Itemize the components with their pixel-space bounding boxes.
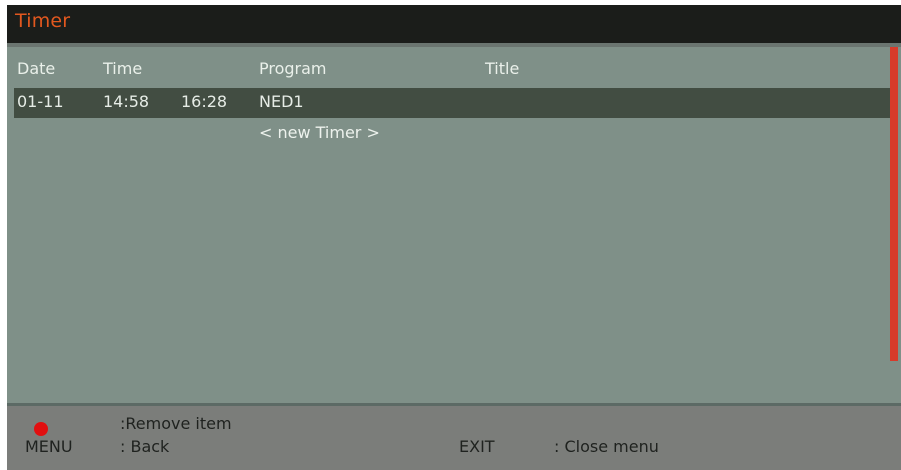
column-program: Program [259,59,327,78]
new-timer-item[interactable]: < new Timer > [14,119,890,147]
timer-window: Timer Date Time Program Title 01-11 14:5… [7,5,901,470]
timer-program: NED1 [259,92,304,111]
exit-key-hint: : Close menu [554,437,659,456]
timer-screen: Timer Date Time Program Title 01-11 14:5… [0,0,901,470]
timer-end-time: 16:28 [181,92,228,111]
new-timer-label: < new Timer > [259,123,380,142]
title-bar: Timer [7,5,901,44]
menu-key-label: MENU [25,437,73,456]
column-date: Date [17,59,56,78]
column-time: Time [103,59,143,78]
key-legend: :Remove item MENU : Back EXIT : Close me… [7,406,901,470]
menu-key-hint: : Back [120,437,170,456]
column-header-row: Date Time Program Title [7,59,887,85]
remove-item-hint: :Remove item [120,414,232,433]
timer-start-time: 14:58 [103,92,150,111]
scrollbar[interactable] [890,47,898,361]
timer-row[interactable]: 01-11 14:58 16:28 NED1 [14,88,890,118]
scrollbar-thumb[interactable] [890,47,898,361]
column-title: Title [485,59,520,78]
window-title: Timer [15,10,71,32]
exit-key-label: EXIT [459,437,495,456]
red-circle-icon [34,422,48,436]
timer-date: 01-11 [17,92,64,111]
timer-list: Date Time Program Title 01-11 14:58 16:2… [7,47,901,403]
